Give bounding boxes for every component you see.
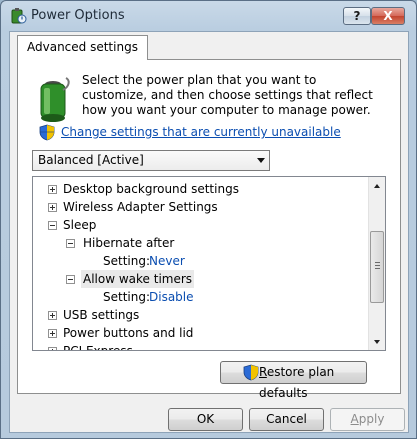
tab-advanced-settings[interactable]: Advanced settings <box>17 35 148 60</box>
window-title: Power Options <box>31 8 125 23</box>
chevron-down-icon[interactable] <box>257 158 265 163</box>
scroll-thumb[interactable] <box>370 231 384 303</box>
scroll-up-arrow-icon[interactable] <box>369 177 385 194</box>
restore-label: estore plan defaults <box>259 365 335 400</box>
setting-value-link[interactable]: Disable <box>149 288 194 306</box>
tree-item-label: Hibernate after <box>83 236 175 250</box>
apply-access-key: A <box>350 412 359 426</box>
intro-text: Select the power plan that you want to c… <box>82 73 373 117</box>
tree-item-label: Desktop background settings <box>63 182 239 196</box>
grip-line <box>375 265 380 266</box>
ok-button[interactable]: OK <box>168 408 243 431</box>
power-settings-tree[interactable]: Desktop background settings Wireless Adap… <box>32 176 386 351</box>
uac-shield-icon <box>243 364 259 381</box>
uac-shield-icon <box>39 124 55 141</box>
apply-button[interactable]: Apply <box>330 408 405 431</box>
power-options-window: Power Options ? X Advanced settings Sele… <box>0 0 417 439</box>
tree-scrollbar[interactable] <box>368 177 385 350</box>
expand-plus-icon[interactable] <box>48 347 57 350</box>
restore-access-key: R <box>259 365 267 379</box>
grip-line <box>375 262 380 263</box>
collapse-minus-icon[interactable] <box>48 221 57 230</box>
power-options-icon <box>11 8 27 24</box>
apply-label: pply <box>358 412 385 426</box>
collapse-minus-icon[interactable] <box>66 239 75 248</box>
help-button[interactable]: ? <box>343 7 371 25</box>
expand-plus-icon[interactable] <box>48 329 57 338</box>
change-unavailable-settings-link[interactable]: Change settings that are currently unava… <box>61 125 341 139</box>
scroll-down-arrow-icon[interactable] <box>369 333 385 350</box>
setting-value-link[interactable]: Never <box>149 252 185 270</box>
expand-plus-icon[interactable] <box>48 185 57 194</box>
power-plan-selected-value: Balanced [Active] <box>38 153 144 167</box>
expand-plus-icon[interactable] <box>48 311 57 320</box>
grip-line <box>375 268 380 269</box>
battery-power-icon <box>40 77 70 122</box>
restore-plan-defaults-button[interactable]: Restore plan defaults <box>220 361 367 400</box>
close-button[interactable]: X <box>371 7 405 25</box>
tree-item-label: Setting: <box>103 290 151 304</box>
expand-plus-icon[interactable] <box>48 203 57 212</box>
tree-item-label: Power buttons and lid <box>63 326 194 340</box>
tree-item-label: Wireless Adapter Settings <box>63 200 218 214</box>
tree-item-label: USB settings <box>63 308 140 322</box>
tree-item-label: PCI Express <box>63 344 133 351</box>
tree-item-label: Setting: <box>103 254 151 268</box>
dialog-client-area: Advanced settings Select the power plan … <box>9 31 409 433</box>
collapse-minus-icon[interactable] <box>66 275 75 284</box>
cancel-button[interactable]: Cancel <box>249 408 324 431</box>
title-bar[interactable]: Power Options ? X <box>1 1 416 31</box>
tree-item-label: Sleep <box>63 218 97 232</box>
power-plan-select[interactable]: Balanced [Active] <box>32 150 270 171</box>
tree-item-label: Allow wake timers <box>81 270 195 288</box>
